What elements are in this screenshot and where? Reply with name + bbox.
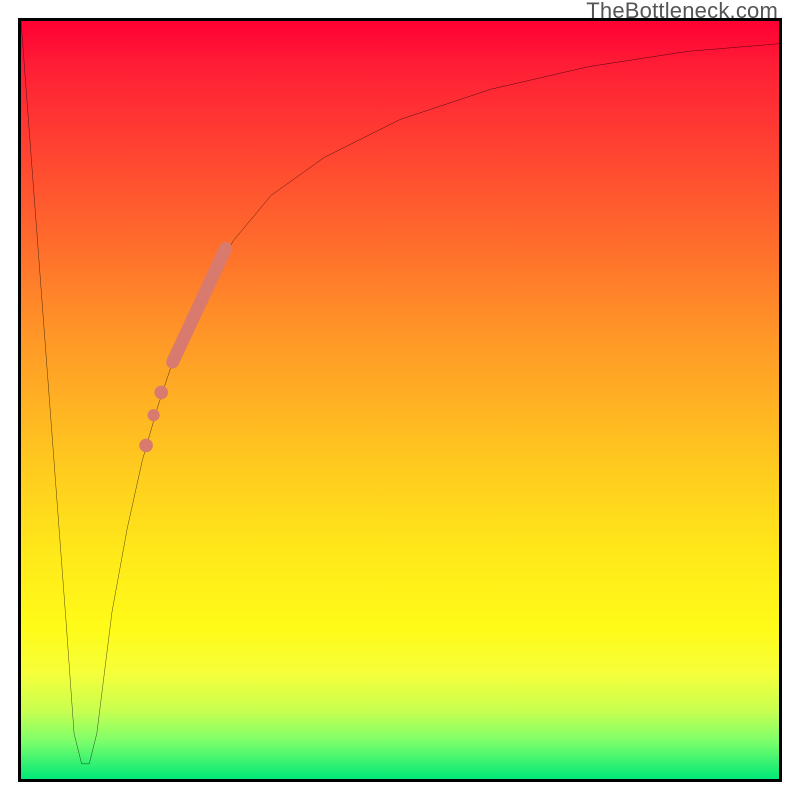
bottleneck-curve	[21, 21, 779, 764]
highlight-dot-2	[148, 409, 160, 421]
highlight-dot-1	[154, 386, 168, 400]
highlight-dot-3	[139, 439, 153, 453]
chart-plot-area	[18, 18, 782, 782]
highlight-bar	[173, 248, 226, 362]
chart-svg-layer	[21, 21, 779, 779]
